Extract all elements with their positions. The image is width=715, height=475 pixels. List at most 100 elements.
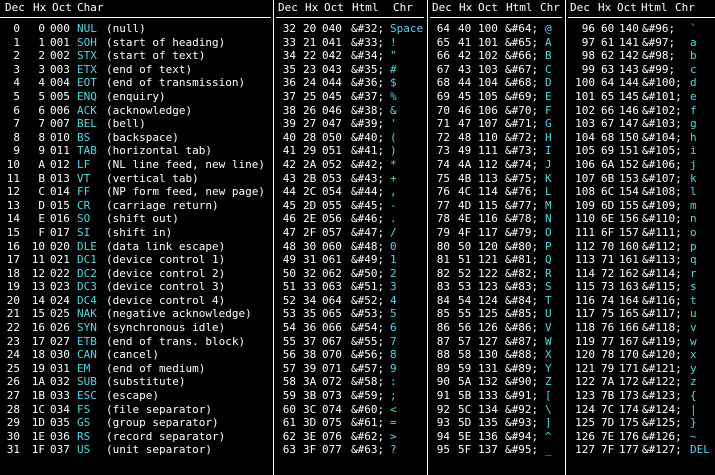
dec-value: 18 <box>6 266 20 280</box>
hex-value: 57 <box>458 334 472 348</box>
control-abbreviation: DC4 <box>77 293 97 307</box>
oct-value: 056 <box>322 212 342 226</box>
oct-value: 063 <box>322 280 342 294</box>
html-entity: &#68; <box>505 76 539 90</box>
table-row: 37 25 045 &#37;% <box>276 90 426 104</box>
html-entity: &#46; <box>351 212 385 226</box>
table-row: 7 7 007 BEL (bell) <box>0 117 272 131</box>
character-glyph: r <box>690 266 697 280</box>
table-row: 19 13 023 DC3 (device control 3) <box>0 280 272 294</box>
oct-value: 157 <box>619 225 639 239</box>
dec-value: 34 <box>282 49 296 63</box>
dec-value: 60 <box>282 402 296 416</box>
html-entity: &#63; <box>351 443 385 457</box>
hex-value: 6F <box>601 225 615 239</box>
header-char: Char <box>77 1 104 14</box>
hex-value: 75 <box>601 307 615 321</box>
dec-value: 64 <box>436 22 450 35</box>
html-entity: &#95; <box>505 443 539 457</box>
control-abbreviation: DC2 <box>77 266 97 280</box>
html-entity: &#57; <box>351 361 385 375</box>
character-glyph: O <box>545 225 552 239</box>
hex-value: 23 <box>303 62 317 76</box>
html-entity: &#90; <box>505 375 539 389</box>
control-abbreviation: NUL <box>77 22 97 35</box>
oct-value: 137 <box>478 443 498 457</box>
hex-value: 62 <box>601 49 615 63</box>
html-entity: &#64; <box>505 22 539 35</box>
control-abbreviation: CR <box>77 198 91 212</box>
hex-value: B <box>38 171 45 185</box>
table-row: 127 7F 177 &#127; DEL <box>568 443 715 457</box>
character-glyph: 5 <box>390 307 397 321</box>
oct-value: 030 <box>50 348 70 362</box>
header-chr: Chr <box>393 1 413 14</box>
dec-value: 116 <box>575 293 595 307</box>
hex-value: 30 <box>303 239 317 253</box>
character-glyph: \ <box>545 402 552 416</box>
control-abbreviation: SYN <box>77 321 97 335</box>
header-oct: Oct <box>324 1 344 14</box>
dec-value: 101 <box>575 89 595 103</box>
oct-value: 015 <box>50 198 70 212</box>
character-glyph: ; <box>390 389 397 403</box>
table-row: 39 27 047 &#39; ' <box>276 117 426 131</box>
hex-value: 6C <box>601 185 615 199</box>
hex-value: 7E <box>601 429 615 443</box>
dec-value: 12 <box>6 185 20 199</box>
table-row: 62 3E 076 &#62; > <box>276 430 426 444</box>
dec-value: 89 <box>436 361 450 375</box>
oct-value: 161 <box>619 253 639 267</box>
hex-value: 68 <box>601 130 615 144</box>
html-entity: &#96; <box>642 22 676 35</box>
control-abbreviation: CAN <box>77 348 97 362</box>
oct-value: 120 <box>478 239 498 253</box>
oct-value: 067 <box>322 334 342 348</box>
control-description: (shift out) <box>106 212 179 226</box>
dec-value: 36 <box>282 76 296 90</box>
oct-value: 074 <box>322 402 342 416</box>
character-glyph: N <box>545 212 552 226</box>
dec-value: 92 <box>436 402 450 416</box>
dec-value: 0 <box>13 22 20 35</box>
hex-value: 16 <box>31 321 45 335</box>
control-abbreviation: ENQ <box>77 89 97 103</box>
hex-value: 5 <box>38 89 45 103</box>
control-abbreviation: BEL <box>77 117 97 131</box>
hex-value: 2A <box>303 157 317 171</box>
html-entity: &#119; <box>642 334 682 348</box>
oct-value: 172 <box>619 375 639 389</box>
html-entity: &#52; <box>351 293 385 307</box>
dec-value: 16 <box>6 239 20 253</box>
oct-value: 101 <box>478 35 498 49</box>
table-row: 28 1C 034 FS (file separator) <box>0 403 272 417</box>
character-glyph: ] <box>545 416 552 430</box>
table-row: 5 5 005 ENQ (enquiry) <box>0 90 272 104</box>
hex-value: 4D <box>458 198 472 212</box>
oct-value: 066 <box>322 321 342 335</box>
html-entity: &#38; <box>351 103 385 117</box>
control-description: (data link escape) <box>106 239 226 253</box>
hex-value: 4E <box>458 212 472 226</box>
hex-value: 1C <box>31 402 45 416</box>
html-entity: &#76; <box>505 185 539 199</box>
oct-value: 041 <box>322 35 342 49</box>
oct-value: 035 <box>50 416 70 430</box>
header-oct: Oct <box>478 1 498 14</box>
oct-value: 147 <box>619 117 639 131</box>
hex-value: 47 <box>458 117 472 131</box>
control-abbreviation: EM <box>77 361 91 375</box>
character-glyph: " <box>390 49 397 63</box>
html-entity: &#127; <box>642 443 682 457</box>
oct-value: 175 <box>619 416 639 430</box>
oct-value: 134 <box>478 402 498 416</box>
character-glyph: P <box>545 239 552 253</box>
dec-value: 118 <box>575 321 595 335</box>
character-glyph: 9 <box>390 361 397 375</box>
table-row: 75 4B 113 &#75; K <box>430 172 564 186</box>
dec-value: 50 <box>282 266 296 280</box>
oct-value: 154 <box>619 185 639 199</box>
oct-value: 027 <box>50 334 70 348</box>
dec-value: 2 <box>13 49 20 63</box>
hex-value: 73 <box>601 280 615 294</box>
